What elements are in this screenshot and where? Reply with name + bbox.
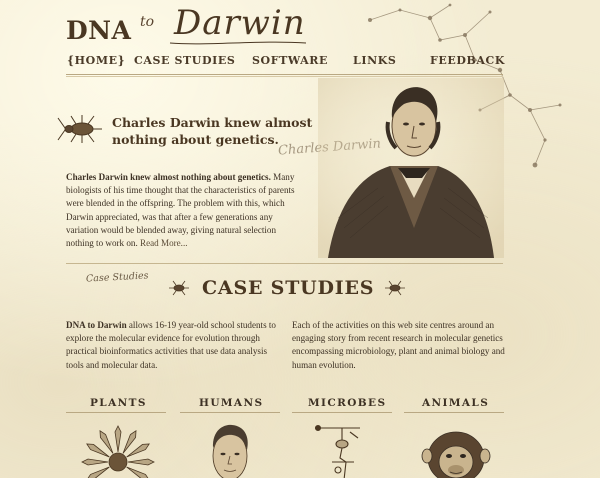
category-rule: [180, 412, 280, 413]
nav-rule: [66, 74, 503, 75]
brand-darwin-script[interactable]: Darwin: [174, 3, 306, 43]
read-more-link[interactable]: Read More...: [138, 238, 187, 248]
nav-software[interactable]: SOFTWARE: [252, 54, 328, 67]
case-studies-description: Each of the activities on this web site …: [292, 320, 505, 370]
nav-feedback[interactable]: FEEDBACK: [430, 54, 505, 67]
category-rule: [404, 412, 504, 413]
case-studies-intro: DNA to Darwin allows 16-19 year-old scho…: [66, 319, 286, 372]
brand-flourish: [169, 41, 307, 45]
category-animals[interactable]: ANIMALS: [422, 397, 489, 409]
intro-paragraph: Charles Darwin knew almost nothing about…: [66, 171, 298, 250]
category-humans[interactable]: HUMANS: [199, 397, 263, 409]
chimpanzee-icon[interactable]: [404, 418, 504, 478]
brand-dna[interactable]: DNA: [66, 16, 131, 45]
case-studies-lead: DNA to Darwin: [66, 320, 127, 330]
beetle-icon: [169, 280, 189, 296]
human-portrait-icon[interactable]: [180, 418, 280, 478]
darwin-portrait: [318, 78, 504, 258]
beetle-icon: [385, 280, 405, 296]
main-nav: {HOME} CASE STUDIES SOFTWARE LINKS FEEDB…: [66, 51, 504, 73]
nav-links[interactable]: LINKS: [353, 54, 396, 67]
category-plants[interactable]: PLANTS: [90, 397, 147, 409]
category-microbes[interactable]: MICROBES: [308, 397, 386, 409]
intro-body: Many biologists of his time thought that…: [66, 172, 295, 249]
microscope-icon[interactable]: [292, 418, 392, 478]
case-studies-heading: CASE STUDIES: [202, 277, 375, 299]
intro-lead: Charles Darwin knew almost nothing about…: [66, 172, 271, 182]
section-divider: [66, 263, 503, 264]
beetle-icon: [57, 115, 102, 143]
category-rule: [292, 412, 392, 413]
flower-icon[interactable]: [66, 418, 166, 478]
nav-rule-secondary: [66, 76, 503, 77]
case-studies-script-label: Case Studies: [85, 270, 149, 285]
category-rule: [66, 412, 166, 413]
nav-home[interactable]: {HOME}: [67, 54, 125, 67]
brand-to[interactable]: to: [140, 14, 154, 30]
nav-case-studies[interactable]: CASE STUDIES: [134, 54, 235, 67]
